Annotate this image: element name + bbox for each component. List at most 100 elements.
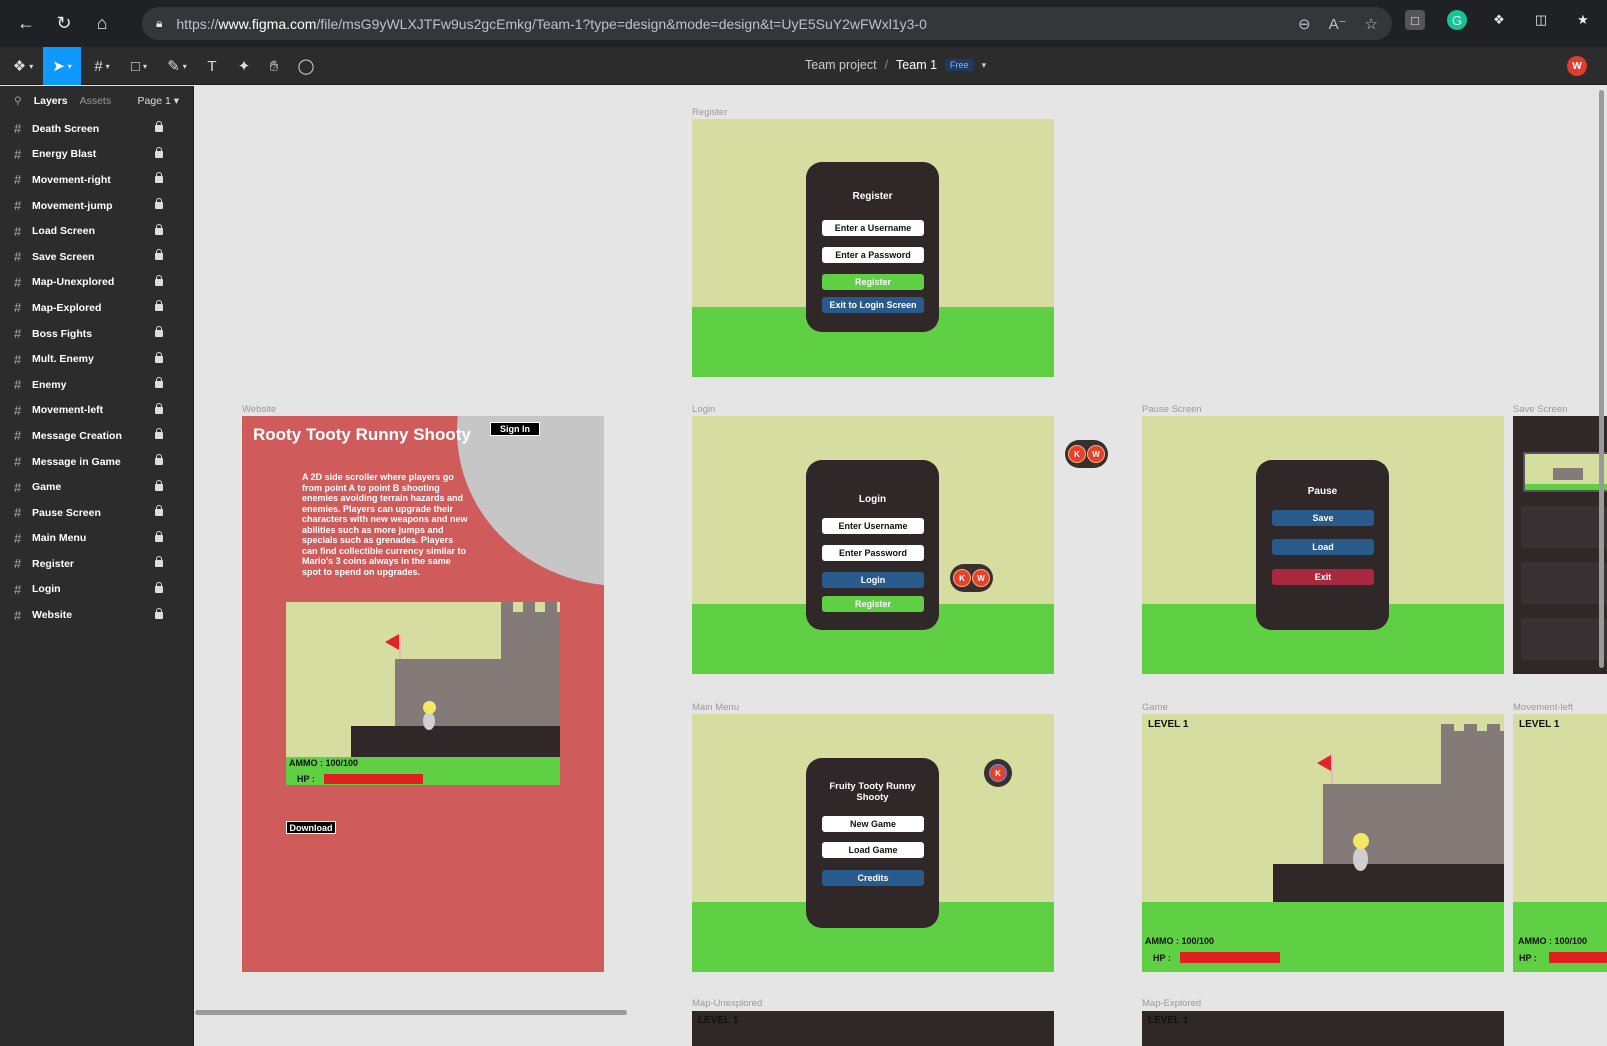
lock-icon[interactable]	[155, 274, 163, 286]
password-field[interactable]: Enter a Password	[822, 247, 924, 263]
comment-tool-icon[interactable]: ◯	[294, 47, 318, 85]
lock-icon[interactable]	[155, 326, 163, 338]
credits-button[interactable]: Credits	[822, 870, 924, 886]
project-name[interactable]: Team project	[805, 58, 877, 72]
layer-item[interactable]: # Mult. Enemy	[0, 346, 193, 372]
tab-layers[interactable]: Layers	[34, 95, 68, 107]
lock-icon[interactable]	[155, 223, 163, 235]
layer-item[interactable]: # Website	[0, 602, 193, 628]
avatar[interactable]: W	[1567, 56, 1587, 76]
favorites-icon[interactable]: ★	[1573, 10, 1593, 30]
layer-item[interactable]: # Main Menu	[0, 526, 193, 552]
layer-item[interactable]: # Enemy	[0, 372, 193, 398]
lock-icon[interactable]	[155, 121, 163, 133]
frame-movement-left[interactable]: LEVEL 1 AMMO : 100/100 HP :	[1513, 714, 1607, 972]
file-name[interactable]: Team 1	[896, 58, 937, 72]
design-canvas[interactable]: Register Register Enter a Username Enter…	[195, 86, 1607, 1046]
frame-map-explored[interactable]: LEVEL 1	[1142, 1011, 1504, 1046]
frame-map-unexplored[interactable]: LEVEL 1	[692, 1011, 1054, 1046]
layer-item[interactable]: # Movement-jump	[0, 193, 193, 219]
download-button[interactable]: Download	[286, 821, 336, 834]
lock-icon[interactable]	[155, 428, 163, 440]
avatar[interactable]: K	[1068, 445, 1086, 463]
layer-item[interactable]: # Message Creation	[0, 423, 193, 449]
lock-icon[interactable]	[155, 505, 163, 517]
layer-item[interactable]: # Login	[0, 577, 193, 603]
reload-icon[interactable]: ↻	[52, 12, 76, 36]
lock-icon[interactable]	[155, 402, 163, 414]
hand-tool-icon[interactable]: ✋︎	[262, 47, 286, 85]
layer-item[interactable]: # Game	[0, 474, 193, 500]
resources-icon[interactable]: ✦	[232, 47, 256, 85]
avatar[interactable]: K	[953, 569, 971, 587]
exit-to-login-button[interactable]: Exit to Login Screen	[822, 297, 924, 313]
home-icon[interactable]: ⌂	[90, 12, 114, 36]
username-field[interactable]: Enter a Username	[822, 220, 924, 236]
shape-tool-icon[interactable]: □ ▾	[124, 47, 154, 85]
address-bar[interactable]: 🔒︎ https://www.figma.com/file/msG9yWLXJT…	[142, 7, 1392, 40]
layer-item[interactable]: # Map-Explored	[0, 295, 193, 321]
split-screen-icon[interactable]: ◫	[1531, 10, 1551, 30]
lock-icon[interactable]	[155, 249, 163, 261]
username-field[interactable]: Enter Username	[822, 518, 924, 534]
avatar[interactable]: W	[972, 569, 990, 587]
frame-save-screen[interactable]	[1513, 416, 1607, 674]
lock-icon[interactable]	[155, 198, 163, 210]
figma-menu-icon[interactable]: ❖ ▾	[8, 47, 38, 85]
text-tool-icon[interactable]: T	[200, 47, 224, 85]
search-icon[interactable]: ⚲	[14, 95, 22, 107]
layer-item[interactable]: # Register	[0, 551, 193, 577]
grammarly-icon[interactable]: G	[1447, 10, 1467, 30]
layer-item[interactable]: # Energy Blast	[0, 142, 193, 168]
sign-in-button[interactable]: Sign In	[490, 422, 540, 436]
new-game-button[interactable]: New Game	[822, 816, 924, 832]
lock-icon[interactable]	[155, 172, 163, 184]
lock-icon[interactable]	[155, 300, 163, 312]
lock-icon[interactable]	[155, 377, 163, 389]
back-icon[interactable]: ←	[14, 12, 38, 36]
frame-game[interactable]: LEVEL 1 AMMO : 100/100 HP :	[1142, 714, 1504, 972]
lock-icon[interactable]	[155, 530, 163, 542]
layer-item[interactable]: # Message in Game	[0, 449, 193, 475]
frame-website[interactable]: Rooty Tooty Runny Shooty Sign In A 2D si…	[242, 416, 604, 972]
read-aloud-icon[interactable]: A⁻	[1329, 15, 1347, 33]
extensions-puzzle-icon[interactable]: ❖	[1489, 10, 1509, 30]
tab-assets[interactable]: Assets	[80, 95, 112, 107]
vertical-scrollbar[interactable]	[1599, 90, 1604, 668]
save-button[interactable]: Save	[1272, 510, 1374, 526]
frame-pause-screen[interactable]: Pause Save Load Exit	[1142, 416, 1504, 674]
load-game-button[interactable]: Load Game	[822, 842, 924, 858]
avatar[interactable]: W	[1087, 445, 1105, 463]
page-selector[interactable]: Page 1 ▾	[138, 95, 179, 107]
horizontal-scrollbar[interactable]	[195, 1010, 627, 1015]
lock-icon[interactable]	[155, 454, 163, 466]
layer-item[interactable]: # Map-Unexplored	[0, 270, 193, 296]
frame-login[interactable]: Login Enter Username Enter Password Logi…	[692, 416, 1054, 674]
file-title[interactable]: Team project / Team 1 Free ▾	[805, 58, 986, 72]
frame-main-menu[interactable]: Fruity Tooty Runny Shooty New Game Load …	[692, 714, 1054, 972]
layer-item[interactable]: # Load Screen	[0, 218, 193, 244]
extension-icon[interactable]: □	[1405, 10, 1425, 30]
layer-item[interactable]: # Save Screen	[0, 244, 193, 270]
layer-item[interactable]: # Pause Screen	[0, 500, 193, 526]
move-tool-icon[interactable]: ➤ ▾	[43, 47, 81, 85]
layer-item[interactable]: # Movement-right	[0, 167, 193, 193]
lock-icon[interactable]	[155, 556, 163, 568]
zoom-out-icon[interactable]: ⊖	[1298, 15, 1311, 33]
favorite-star-icon[interactable]: ☆	[1365, 15, 1378, 33]
layer-item[interactable]: # Boss Fights	[0, 321, 193, 347]
login-button[interactable]: Login	[822, 572, 924, 588]
avatar[interactable]: K	[989, 764, 1007, 782]
layer-item[interactable]: # Movement-left	[0, 398, 193, 424]
lock-icon[interactable]	[155, 351, 163, 363]
register-button[interactable]: Register	[822, 596, 924, 612]
password-field[interactable]: Enter Password	[822, 545, 924, 561]
lock-icon[interactable]	[155, 607, 163, 619]
lock-icon[interactable]	[155, 479, 163, 491]
frame-register[interactable]: Register Enter a Username Enter a Passwo…	[692, 119, 1054, 377]
exit-button[interactable]: Exit	[1272, 569, 1374, 585]
chevron-down-icon[interactable]: ▾	[982, 60, 987, 71]
layer-item[interactable]: # Death Screen	[0, 116, 193, 142]
frame-tool-icon[interactable]: # ▾	[87, 47, 117, 85]
load-button[interactable]: Load	[1272, 539, 1374, 555]
